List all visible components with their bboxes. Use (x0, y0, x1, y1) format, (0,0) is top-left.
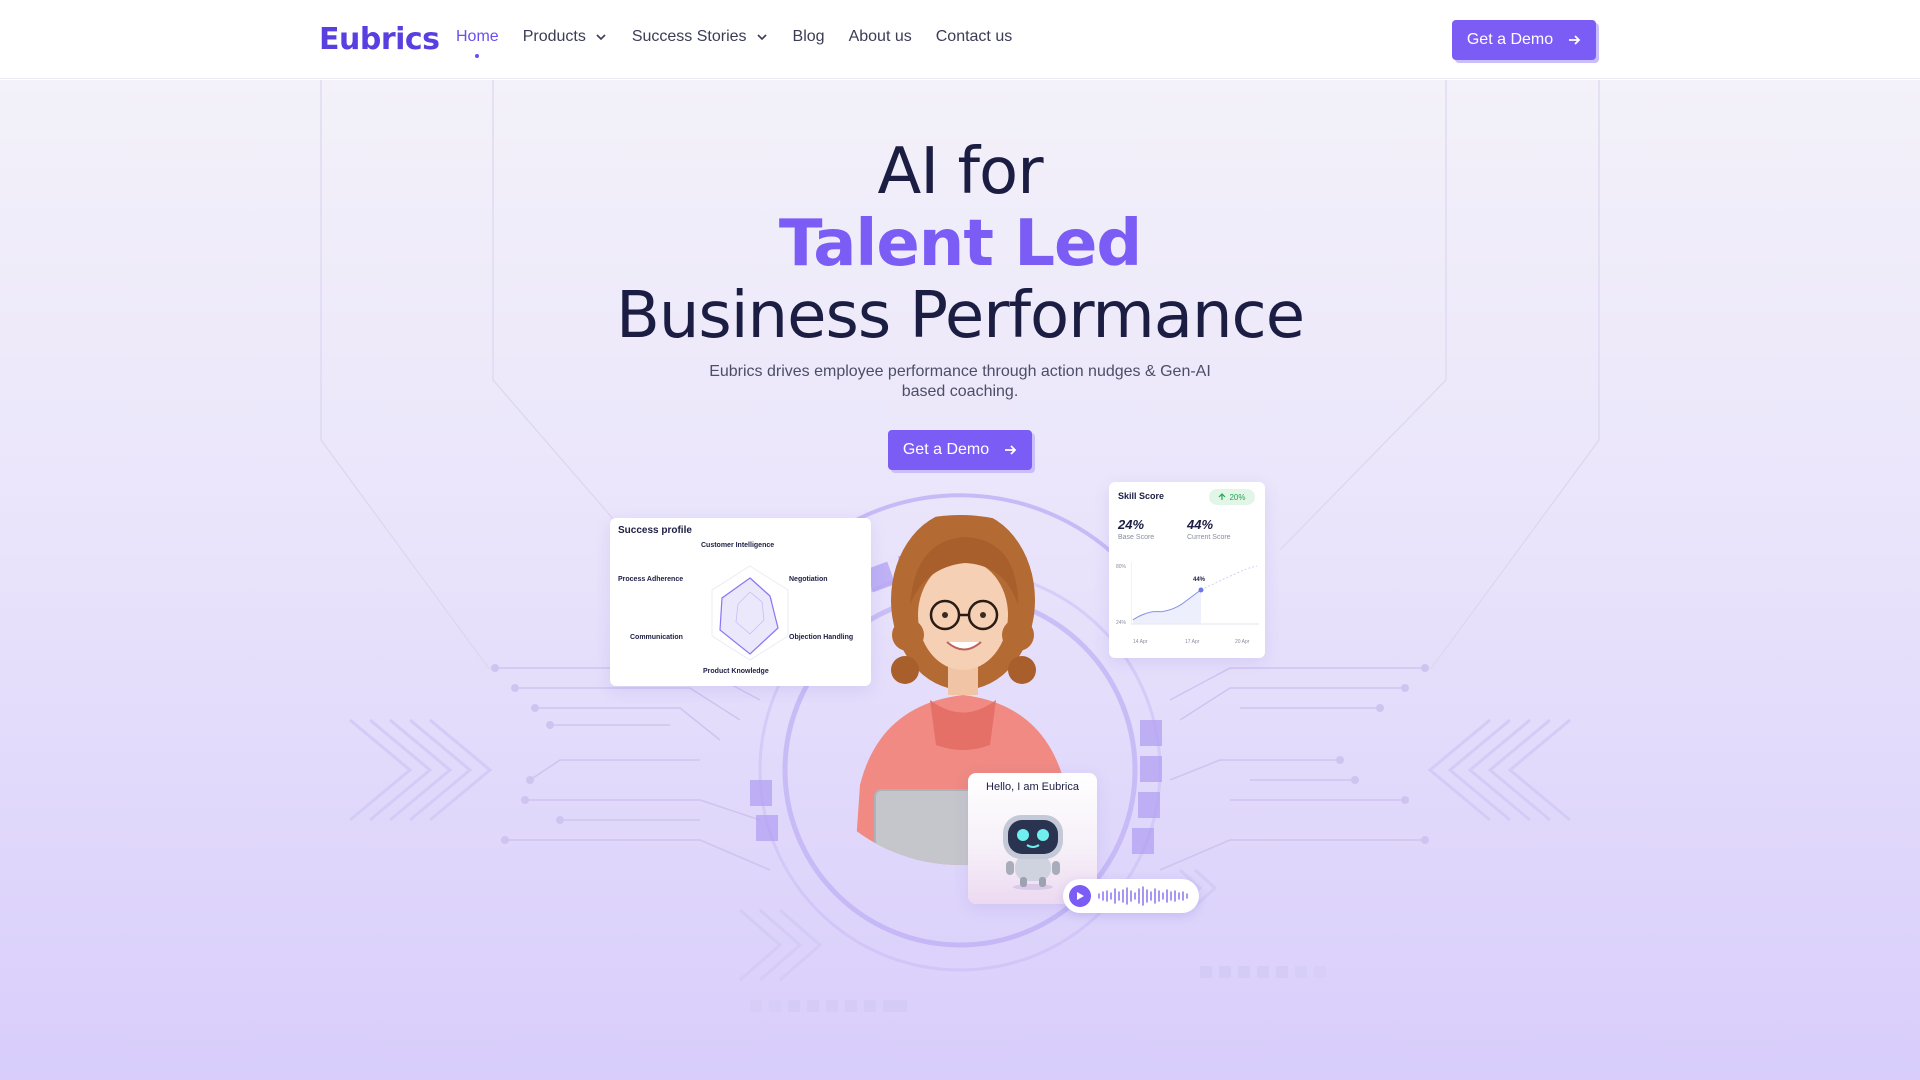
skill-score-badge-value: 20% (1229, 492, 1246, 502)
nav-success-stories-label: Success Stories (631, 28, 747, 45)
base-score-label: Base Score (1118, 534, 1155, 541)
arrow-right-icon (1005, 445, 1017, 455)
top-navbar: Eubrics Home Products Success Stories Bl… (0, 0, 1920, 79)
radar-label-process-adherence: Process Adherence (618, 576, 684, 583)
base-score-value: 24% (1118, 517, 1145, 532)
hero-get-demo-label: Get a Demo (902, 441, 990, 458)
current-score-value: 44% (1187, 517, 1214, 532)
nav-get-demo-label: Get a Demo (1466, 31, 1554, 48)
nav-contact-link[interactable]: Contact us (936, 28, 1012, 46)
main-menu: Home Products Success Stories Blog About… (456, 28, 1036, 58)
nav-blog-link[interactable]: Blog (793, 28, 825, 46)
chart-y-bottom-label: 24% (1116, 620, 1127, 626)
chevron-down-icon (596, 34, 606, 41)
play-button[interactable] (1069, 885, 1091, 907)
chart-y-top-label: 80% (1116, 564, 1127, 570)
eubrics-logo[interactable]: Eubrics (319, 22, 440, 57)
nav-home-link[interactable]: Home (456, 28, 499, 58)
nav-blog-label: Blog (792, 28, 825, 45)
hero-title-line2: Talent Led (778, 207, 1142, 281)
hero-get-demo-button[interactable]: Get a Demo (888, 430, 1032, 470)
robot-icon (1003, 815, 1063, 890)
skill-score-card: Skill Score 20% 24% Base Score 44% Curre… (1109, 482, 1265, 658)
current-score-label: Current Score (1187, 534, 1231, 541)
nav-success-stories-dropdown[interactable]: Success Stories (632, 28, 769, 46)
nav-about-label: About us (848, 28, 912, 45)
skill-score-title: Skill Score (1118, 491, 1165, 501)
chart-x-label-1: 14 Apr (1133, 639, 1148, 645)
arrow-right-icon (1569, 35, 1581, 45)
success-profile-title: Success profile (618, 525, 692, 536)
hero-title-line1: AI for (877, 135, 1044, 209)
waveform-icon (1098, 886, 1188, 906)
nav-contact-label: Contact us (935, 28, 1013, 45)
radar-label-customer-intelligence: Customer Intelligence (701, 542, 775, 549)
radar-label-communication: Communication (630, 634, 683, 641)
nav-products-dropdown[interactable]: Products (523, 28, 608, 46)
bot-greeting: Hello, I am Eubrica (986, 781, 1079, 793)
nav-home-label: Home (456, 28, 499, 45)
chevron-down-icon (756, 34, 767, 41)
chart-x-label-2: 17 Apr (1185, 639, 1200, 645)
skill-score-badge: 20% (1209, 489, 1255, 505)
chart-x-label-3: 20 Apr (1235, 639, 1250, 645)
play-icon (1077, 892, 1084, 900)
arrow-up-icon (1219, 493, 1226, 500)
success-profile-card: Success profile Customer Intelligence Pr… (610, 518, 871, 686)
nav-about-link[interactable]: About us (849, 28, 912, 46)
skill-score-line-chart (1131, 562, 1259, 625)
hero-title-line3: Business Performance (615, 279, 1305, 353)
radar-chart (711, 565, 789, 661)
nav-products-label: Products (522, 28, 586, 45)
audio-player (1063, 879, 1199, 913)
hero-subtitle: Eubrics drives employee performance thro… (709, 363, 1211, 400)
radar-label-product-knowledge: Product Knowledge (703, 668, 769, 675)
nav-get-demo-button[interactable]: Get a Demo (1452, 20, 1596, 60)
